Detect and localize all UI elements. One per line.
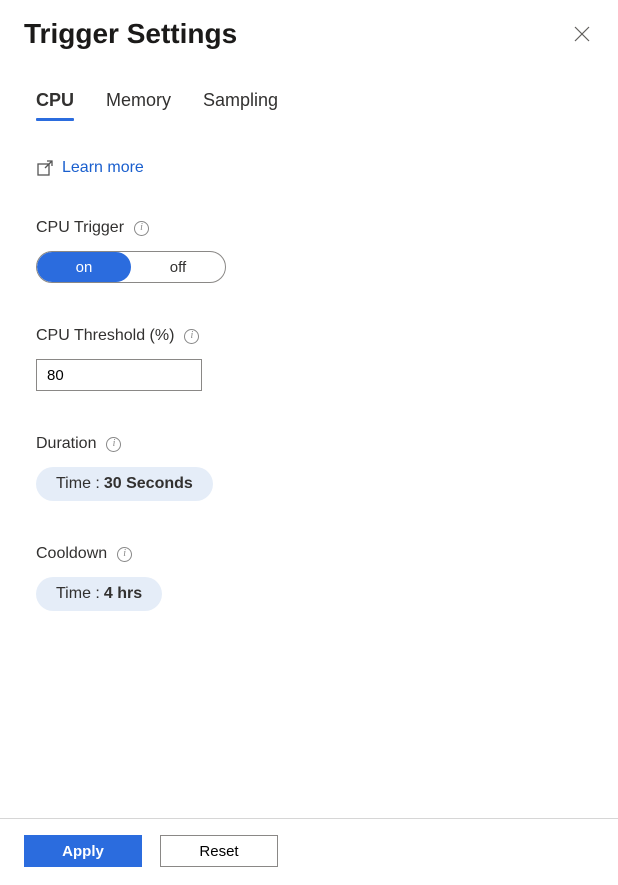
info-icon[interactable]: i [184, 329, 199, 344]
duration-pill[interactable]: Time : 30 Seconds [36, 467, 213, 501]
tab-sampling[interactable]: Sampling [203, 84, 278, 121]
duration-label: Duration [36, 435, 96, 453]
toggle-on[interactable]: on [37, 252, 131, 282]
cooldown-pill[interactable]: Time : 4 hrs [36, 577, 162, 611]
learn-more-label: Learn more [62, 159, 144, 177]
page-title: Trigger Settings [24, 18, 237, 50]
apply-button[interactable]: Apply [24, 835, 142, 867]
duration-pill-label: Time : [56, 475, 100, 493]
reset-button[interactable]: Reset [160, 835, 278, 867]
tab-memory[interactable]: Memory [106, 84, 171, 121]
cpu-threshold-input[interactable] [36, 359, 202, 391]
info-icon[interactable]: i [106, 437, 121, 452]
cooldown-pill-label: Time : [56, 585, 100, 603]
cooldown-pill-value: 4 hrs [104, 585, 142, 603]
close-button[interactable] [570, 22, 594, 46]
learn-more-link[interactable]: Learn more [36, 159, 144, 177]
info-icon[interactable]: i [134, 221, 149, 236]
close-icon [574, 26, 590, 42]
external-link-icon [36, 159, 54, 177]
cpu-trigger-toggle[interactable]: on off [36, 251, 226, 283]
toggle-off[interactable]: off [131, 252, 225, 282]
tab-cpu[interactable]: CPU [36, 84, 74, 121]
cpu-threshold-label: CPU Threshold (%) [36, 327, 174, 345]
footer: Apply Reset [0, 818, 618, 885]
cpu-trigger-label: CPU Trigger [36, 219, 124, 237]
tab-list: CPU Memory Sampling [36, 84, 582, 121]
info-icon[interactable]: i [117, 547, 132, 562]
duration-pill-value: 30 Seconds [104, 475, 193, 493]
cooldown-label: Cooldown [36, 545, 107, 563]
